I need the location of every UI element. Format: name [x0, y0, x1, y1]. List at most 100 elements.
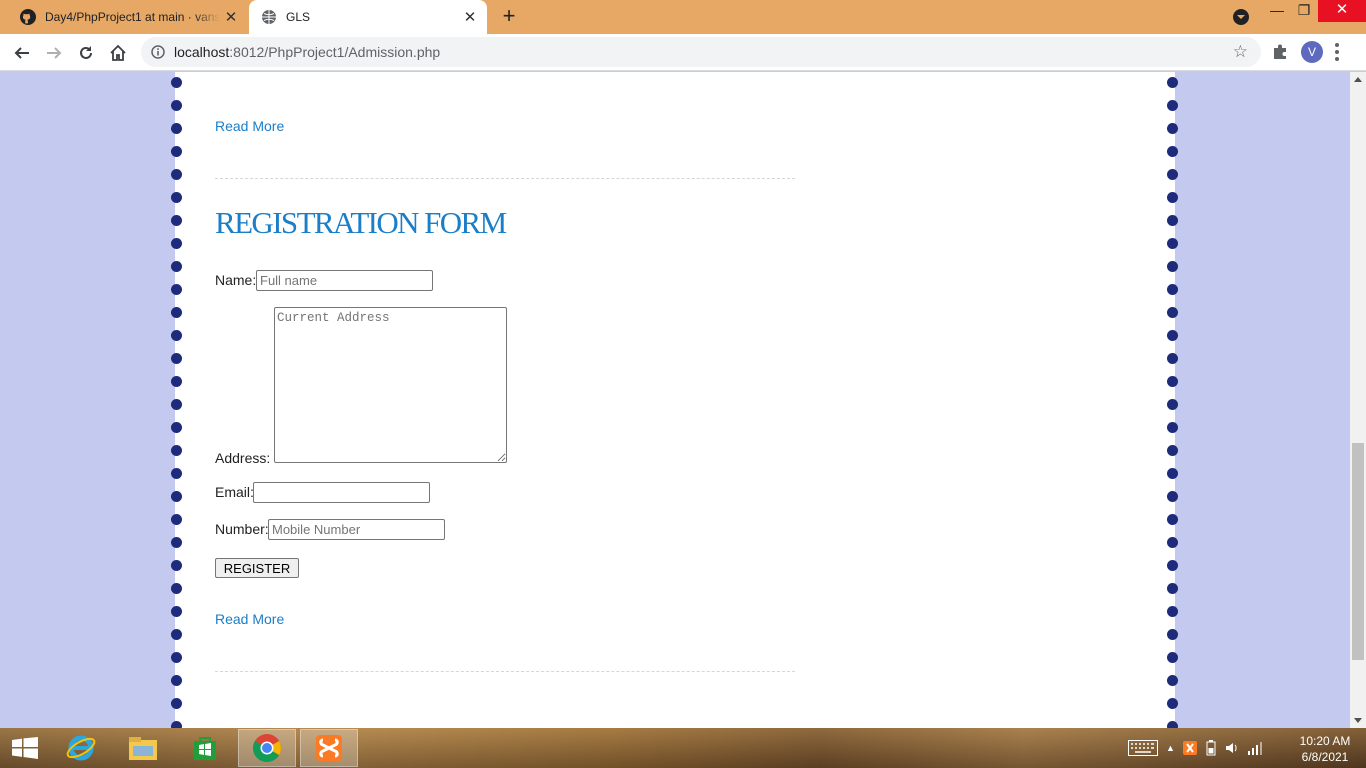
show-hidden-icons-icon[interactable]: ▲	[1166, 743, 1175, 753]
tab-gls[interactable]: GLS ✕	[249, 0, 487, 34]
keyboard-icon[interactable]	[1128, 740, 1158, 756]
border-dot	[171, 100, 182, 111]
battery-icon[interactable]	[1205, 740, 1217, 756]
close-window-button[interactable]: ✕	[1318, 0, 1366, 22]
border-dot	[1167, 422, 1178, 433]
border-dot	[1167, 376, 1178, 387]
restore-button[interactable]: ❐	[1291, 0, 1317, 22]
border-dot	[171, 353, 182, 364]
taskbar-internet-explorer[interactable]	[52, 729, 110, 767]
tab-github[interactable]: Day4/PhpProject1 at main · vansl ✕	[8, 0, 248, 34]
volume-icon[interactable]	[1225, 741, 1239, 755]
page-title: REGISTRATION FORM	[215, 205, 507, 240]
border-dot	[1167, 307, 1178, 318]
address-bar[interactable]: localhost:8012/PhpProject1/Admission.php…	[141, 37, 1261, 67]
menu-kebab-icon[interactable]	[1335, 43, 1339, 64]
border-dot	[1167, 652, 1178, 663]
close-tab-icon[interactable]: ✕	[459, 8, 481, 26]
tab-search-icon[interactable]	[1233, 9, 1249, 25]
border-dot	[171, 537, 182, 548]
xampp-icon	[316, 735, 342, 761]
border-dot	[171, 721, 182, 728]
reload-button[interactable]	[72, 39, 100, 67]
browser-toolbar: localhost:8012/PhpProject1/Admission.php…	[0, 34, 1366, 71]
border-dot	[171, 146, 182, 157]
reload-icon	[80, 46, 92, 59]
taskbar-xampp[interactable]	[300, 729, 358, 767]
border-dot	[1167, 399, 1178, 410]
clock-time: 10:20 AM	[1299, 734, 1351, 748]
border-dot	[171, 192, 182, 203]
new-tab-button[interactable]: +	[498, 5, 520, 27]
border-dot	[171, 698, 182, 709]
border-dot	[1167, 353, 1178, 364]
border-dot	[1167, 192, 1178, 203]
scroll-up-arrow-icon[interactable]	[1354, 77, 1362, 82]
border-dot	[171, 77, 182, 88]
border-dot	[1167, 123, 1178, 134]
border-dot	[171, 307, 182, 318]
bookmark-star-icon[interactable]: ☆	[1233, 43, 1248, 60]
vertical-scrollbar[interactable]	[1350, 72, 1366, 728]
border-dot	[1167, 215, 1178, 226]
network-signal-icon[interactable]	[1247, 741, 1263, 755]
taskbar-store[interactable]	[176, 729, 234, 767]
chrome-icon	[253, 734, 281, 762]
border-dot	[171, 445, 182, 456]
email-input[interactable]	[253, 482, 430, 503]
taskbar-chrome[interactable]	[238, 729, 296, 767]
border-dot	[1167, 261, 1178, 272]
forward-arrow-icon	[47, 47, 62, 59]
address-textarea[interactable]	[274, 307, 507, 463]
address-label: Address:	[215, 450, 271, 466]
border-dot	[1167, 606, 1178, 617]
border-dot	[1167, 100, 1178, 111]
forward-button[interactable]	[40, 39, 68, 67]
extensions-puzzle-icon[interactable]	[1271, 43, 1289, 61]
tab-title: Day4/PhpProject1 at main · vansl	[45, 10, 220, 24]
border-dot	[1167, 77, 1178, 88]
tab-title: GLS	[286, 10, 311, 24]
globe-icon	[262, 10, 276, 24]
scrollbar-thumb[interactable]	[1352, 443, 1364, 660]
border-dot	[1167, 330, 1178, 341]
border-dot	[171, 284, 182, 295]
url-text[interactable]: localhost:8012/PhpProject1/Admission.php	[174, 44, 440, 60]
page-viewport: Read More REGISTRATION FORM Name: Addres…	[0, 72, 1350, 728]
email-label: Email:	[215, 484, 254, 500]
back-arrow-icon	[14, 47, 29, 59]
border-dot	[1167, 468, 1178, 479]
home-button[interactable]	[104, 39, 132, 67]
taskbar-clock[interactable]: 10:20 AM 6/8/2021	[1290, 733, 1360, 765]
border-dot	[1167, 445, 1178, 456]
border-dot	[1167, 721, 1178, 728]
number-input[interactable]	[268, 519, 445, 540]
border-dot	[1167, 514, 1178, 525]
register-button[interactable]: REGISTER	[215, 558, 299, 578]
read-more-link[interactable]: Read More	[215, 611, 284, 627]
border-dot	[1167, 284, 1178, 295]
url-host: localhost	[174, 44, 230, 60]
close-tab-icon[interactable]: ✕	[220, 8, 242, 26]
border-dot	[171, 238, 182, 249]
back-button[interactable]	[8, 39, 36, 67]
section-divider	[215, 178, 795, 179]
tab-strip: Day4/PhpProject1 at main · vansl ✕ GLS ✕…	[0, 0, 1366, 34]
minimize-button[interactable]: —	[1264, 0, 1290, 22]
windows-taskbar: ▲ 10:20 AM 6/8/2021	[0, 728, 1366, 768]
border-dot	[171, 376, 182, 387]
border-dot	[171, 514, 182, 525]
right-dotted-border	[1166, 72, 1180, 728]
border-dot	[171, 123, 182, 134]
windows-start-icon[interactable]	[12, 737, 38, 759]
border-dot	[1167, 146, 1178, 157]
border-dot	[1167, 583, 1178, 594]
system-tray: ▲	[1128, 728, 1263, 768]
xampp-tray-icon[interactable]	[1182, 741, 1197, 755]
profile-avatar[interactable]: V	[1301, 41, 1323, 63]
name-input[interactable]	[256, 270, 433, 291]
taskbar-file-explorer[interactable]	[114, 729, 172, 767]
scroll-down-arrow-icon[interactable]	[1354, 718, 1362, 723]
read-more-link[interactable]: Read More	[215, 118, 284, 134]
info-icon[interactable]	[151, 45, 165, 59]
